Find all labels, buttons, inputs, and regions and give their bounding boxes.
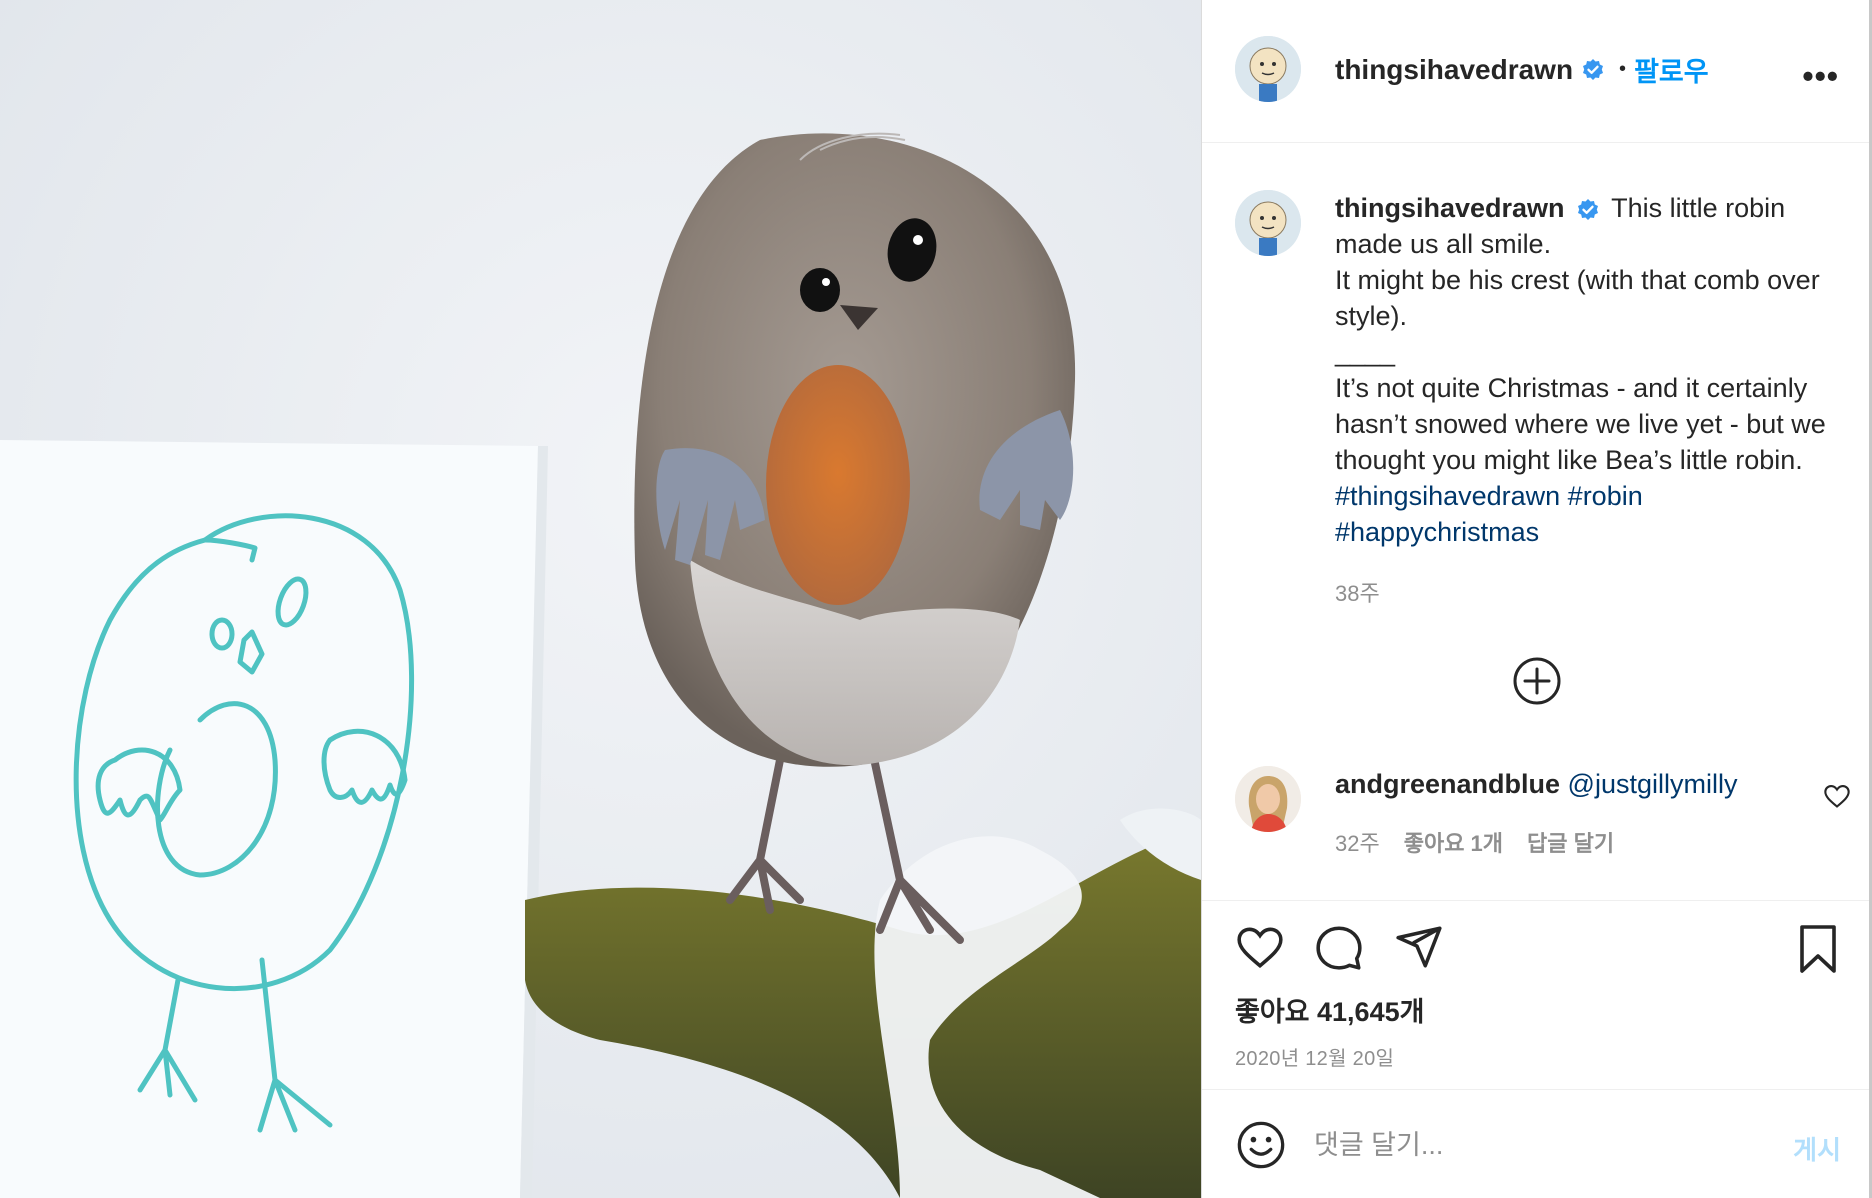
more-options-button[interactable]: ••• bbox=[1802, 58, 1839, 95]
comment-input[interactable] bbox=[1314, 1120, 1764, 1170]
share-icon[interactable] bbox=[1394, 922, 1444, 972]
reply-button[interactable]: 답글 달기 bbox=[1527, 826, 1614, 858]
header-separator: • bbox=[1619, 58, 1627, 80]
post-comment-button[interactable]: 게시 bbox=[1793, 1130, 1841, 1167]
comment-username[interactable]: andgreenandblue bbox=[1335, 769, 1560, 799]
comment-time[interactable]: 32주 bbox=[1335, 826, 1380, 858]
post-image[interactable] bbox=[0, 0, 1201, 1198]
post-header: thingsihavedrawn • 팔로우 ••• bbox=[1202, 0, 1872, 143]
header-username[interactable]: thingsihavedrawn bbox=[1335, 54, 1573, 86]
follow-button[interactable]: 팔로우 bbox=[1634, 50, 1709, 89]
caption-username[interactable]: thingsihavedrawn bbox=[1335, 193, 1565, 223]
comment-meta: 32주 좋아요 1개 답글 달기 bbox=[1335, 826, 1614, 858]
action-bar bbox=[1202, 922, 1872, 982]
likes-count[interactable]: 좋아요 41,645개 bbox=[1235, 990, 1424, 1029]
comment-like-heart-icon[interactable] bbox=[1823, 782, 1851, 810]
caption-divider: ____ bbox=[1335, 337, 1396, 367]
post-sidebar: thingsihavedrawn • 팔로우 ••• thingsihavedr… bbox=[1201, 0, 1872, 1198]
comment: andgreenandblue @justgillymilly bbox=[1335, 766, 1765, 802]
heart-icon[interactable] bbox=[1235, 922, 1285, 972]
verified-badge-icon bbox=[1578, 198, 1599, 220]
verified-badge-icon bbox=[1583, 58, 1604, 80]
avatar-icon bbox=[1235, 36, 1301, 102]
divider bbox=[1202, 900, 1872, 901]
comment-avatar[interactable] bbox=[1235, 766, 1301, 832]
post-caption: thingsihavedrawn This little robin made … bbox=[1335, 190, 1845, 550]
hashtag-link[interactable]: #thingsihavedrawn bbox=[1335, 481, 1560, 511]
post-date[interactable]: 2020년 12월 20일 bbox=[1235, 1042, 1394, 1071]
hashtag-link[interactable]: #happychristmas bbox=[1335, 517, 1539, 547]
comment-likes[interactable]: 좋아요 1개 bbox=[1404, 826, 1503, 858]
load-more-comments-icon[interactable] bbox=[1512, 656, 1562, 706]
caption-time[interactable]: 38주 bbox=[1335, 576, 1380, 608]
caption-line-2: It might be his crest (with that comb ov… bbox=[1335, 265, 1820, 331]
emoji-icon[interactable] bbox=[1235, 1119, 1287, 1171]
instagram-post: thingsihavedrawn • 팔로우 ••• thingsihavedr… bbox=[0, 0, 1872, 1198]
robin-photo bbox=[0, 0, 1201, 1198]
caption-body: It’s not quite Christmas - and it certai… bbox=[1335, 373, 1826, 475]
caption-avatar[interactable] bbox=[1235, 190, 1301, 256]
comment-mention[interactable]: @justgillymilly bbox=[1568, 769, 1738, 799]
comment-icon[interactable] bbox=[1314, 922, 1364, 972]
avatar-icon bbox=[1235, 190, 1301, 256]
avatar[interactable] bbox=[1235, 36, 1301, 102]
comment-composer: 게시 bbox=[1202, 1089, 1872, 1198]
avatar-icon bbox=[1235, 766, 1301, 832]
hashtag-link[interactable]: #robin bbox=[1568, 481, 1643, 511]
bookmark-icon[interactable] bbox=[1794, 922, 1842, 976]
